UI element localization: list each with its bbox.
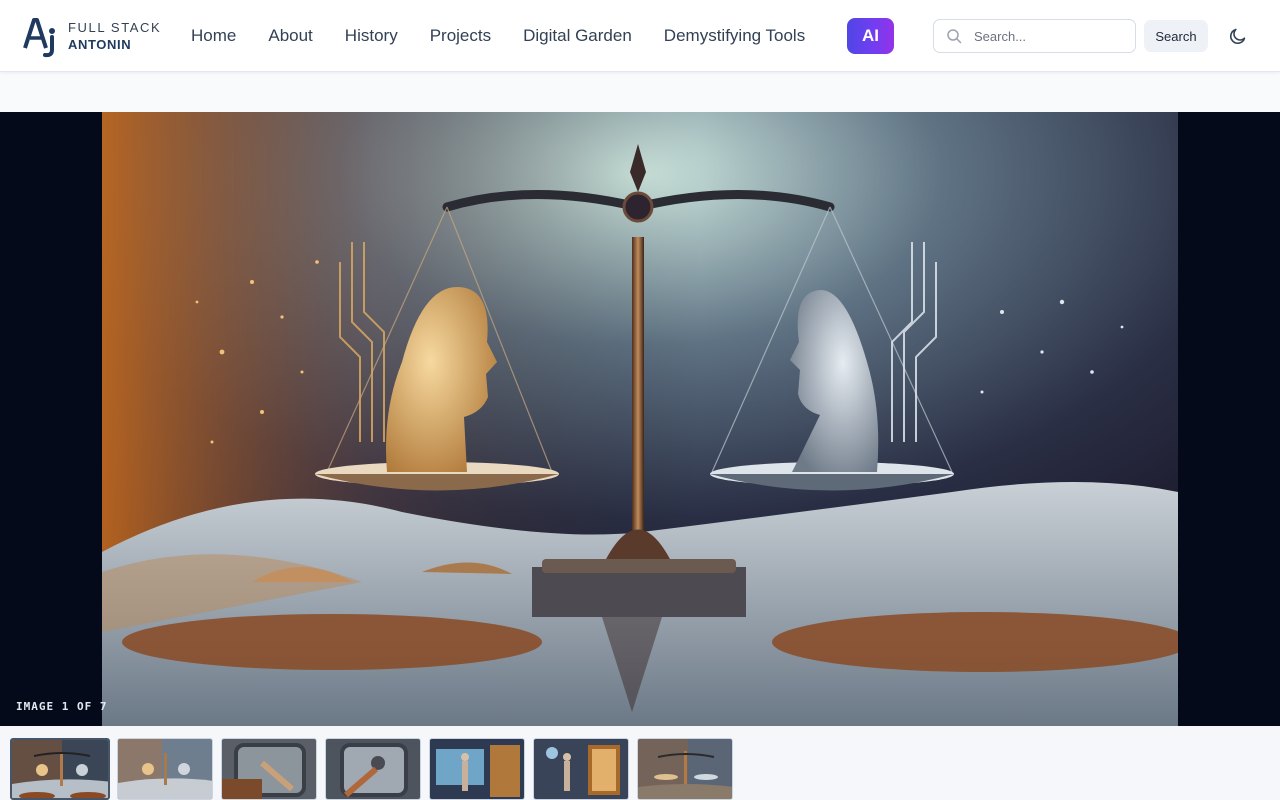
search-icon <box>947 29 962 44</box>
logo-line-2: ANTONIN <box>68 37 132 52</box>
nav-item-home[interactable]: Home <box>191 26 236 46</box>
site-logo[interactable]: FULL STACK ANTONIN <box>22 14 161 58</box>
moon-icon <box>1230 28 1246 44</box>
site-header: FULL STACK ANTONIN Home About History Pr… <box>0 0 1280 72</box>
ai-button[interactable]: AI <box>847 18 894 54</box>
nav-item-history[interactable]: History <box>345 26 398 46</box>
nav-item-demystifying-tools[interactable]: Demystifying Tools <box>664 26 805 46</box>
search-button[interactable]: Search <box>1144 20 1208 52</box>
logo-line-1: FULL STACK <box>68 20 162 35</box>
thumbnail-2[interactable] <box>117 738 213 800</box>
theme-toggle-button[interactable] <box>1226 24 1250 48</box>
search-input[interactable] <box>974 28 1124 44</box>
nav-item-about[interactable]: About <box>268 26 312 46</box>
nav-item-projects[interactable]: Projects <box>430 26 491 46</box>
thumbnail-6[interactable] <box>533 738 629 800</box>
image-viewer: IMAGE 1 OF 7 <box>0 112 1280 726</box>
scales-illustration <box>102 112 1178 726</box>
search-box <box>933 19 1136 53</box>
image-counter: IMAGE 1 OF 7 <box>16 700 108 713</box>
aj-monogram-icon <box>23 18 55 58</box>
thumbnail-3[interactable] <box>221 738 317 800</box>
thumbnail-strip <box>0 726 1280 800</box>
thumbnail-4[interactable] <box>325 738 421 800</box>
thumbnail-7[interactable] <box>637 738 733 800</box>
nav-item-digital-garden[interactable]: Digital Garden <box>523 26 632 46</box>
thumbnail-5[interactable] <box>429 738 525 800</box>
thumbnail-1[interactable] <box>10 738 110 800</box>
gallery-main-image[interactable] <box>102 112 1178 726</box>
main-nav: Home About History Projects Digital Gard… <box>191 0 837 72</box>
